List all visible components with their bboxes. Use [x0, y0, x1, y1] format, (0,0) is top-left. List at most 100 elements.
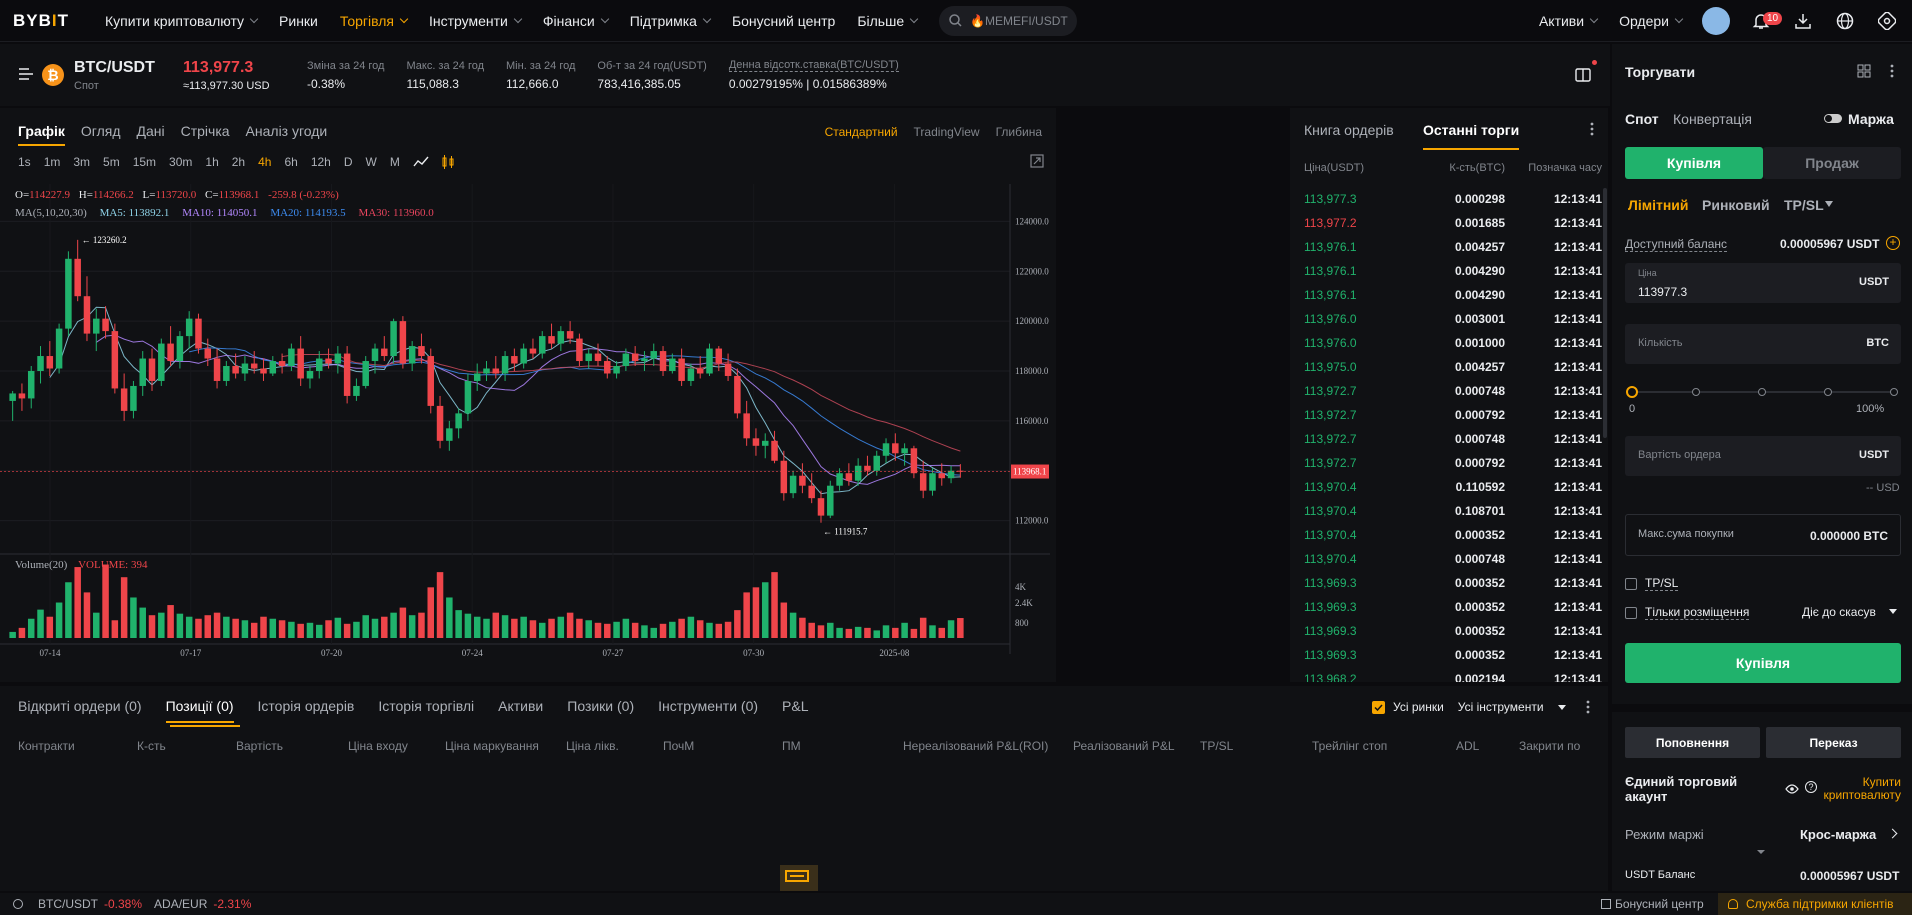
price-input[interactable]: Ціна 113977.3 USDT	[1625, 263, 1901, 303]
avatar[interactable]	[1702, 7, 1730, 35]
tab-trade-analysis[interactable]: Аналіз угоди	[246, 123, 328, 146]
interval-d[interactable]: D	[344, 155, 353, 169]
candle-body	[864, 465, 871, 471]
post-only-row[interactable]: Тільки розміщення	[1625, 605, 1750, 620]
mode-tradingview[interactable]: TradingView	[914, 125, 980, 139]
slider-handle[interactable]	[1626, 386, 1638, 398]
candlestick-icon[interactable]	[441, 155, 455, 169]
tab-feed[interactable]: Стрічка	[181, 123, 230, 146]
order-type-limit[interactable]: Лімітний	[1628, 197, 1688, 213]
slider-step[interactable]	[1692, 388, 1700, 396]
margin-toggle[interactable]	[1824, 114, 1842, 123]
nav-support[interactable]: Підтримка	[630, 13, 712, 29]
download-icon[interactable]	[1792, 10, 1814, 32]
sell-tab-button[interactable]: Продаж	[1763, 147, 1901, 179]
nav-assets[interactable]: Активи	[1539, 13, 1599, 29]
tab-assets[interactable]: Активи	[498, 698, 543, 723]
interval-1m[interactable]: 1m	[44, 155, 61, 169]
slider-step[interactable]	[1890, 388, 1898, 396]
slider-step[interactable]	[1758, 388, 1766, 396]
tab-order-history[interactable]: Історія ордерів	[258, 698, 355, 723]
support-button[interactable]: Служба підтримки клієнтів	[1746, 897, 1894, 911]
collapse-icon[interactable]	[1757, 850, 1765, 854]
buy-tab-button[interactable]: Купівля	[1625, 147, 1763, 179]
interval-30m[interactable]: 30m	[169, 155, 192, 169]
tpsl-checkbox-row[interactable]: TP/SL	[1625, 576, 1679, 591]
interval-15m[interactable]: 15m	[133, 155, 156, 169]
nav-bonus-center[interactable]: Бонусний центр	[732, 13, 835, 29]
nav-more[interactable]: Більше	[857, 13, 919, 29]
bell-icon[interactable]: 10	[1750, 10, 1783, 32]
grid-icon[interactable]	[1857, 64, 1871, 81]
caret-down-icon[interactable]	[1825, 201, 1833, 207]
order-type-market[interactable]: Ринковий	[1702, 197, 1770, 213]
interval-3m[interactable]: 3m	[73, 155, 90, 169]
mode-depth[interactable]: Глибина	[996, 125, 1042, 139]
interval-m[interactable]: M	[390, 155, 400, 169]
order-type-tpsl[interactable]: TP/SL	[1784, 197, 1824, 213]
tab-instruments[interactable]: Інструменти (0)	[658, 698, 758, 723]
fullscreen-icon[interactable]	[1030, 154, 1044, 171]
interval-2h[interactable]: 2h	[232, 155, 245, 169]
buy-crypto-link[interactable]: Купити криптовалюту	[1817, 776, 1901, 802]
menu-icon[interactable]	[18, 67, 34, 84]
slider-step[interactable]	[1824, 388, 1832, 396]
stat-label[interactable]: Денна відсотк.ставка(BTC/USDT)	[728, 59, 899, 72]
scrollbar[interactable]	[1603, 188, 1607, 438]
more-icon[interactable]	[1890, 64, 1894, 81]
nav-trade[interactable]: Торгівля	[340, 13, 409, 29]
tab-open-orders[interactable]: Відкриті ордери (0)	[18, 698, 142, 723]
tab-chart[interactable]: Графік	[18, 123, 65, 146]
pair-selector[interactable]: BTC/USDT Спот	[74, 59, 179, 92]
tab-spot[interactable]: Спот	[1625, 111, 1659, 127]
globe-icon[interactable]	[1834, 10, 1856, 32]
add-funds-icon[interactable]: +	[1886, 236, 1900, 250]
more-icon[interactable]	[1586, 700, 1590, 714]
quantity-input[interactable]: Кількість BTC	[1625, 324, 1901, 364]
settings-icon[interactable]	[1876, 10, 1898, 32]
status-pair[interactable]: BTC/USDT	[38, 897, 98, 911]
tab-positions[interactable]: Позиції (0)	[165, 698, 234, 723]
tab-loans[interactable]: Позики (0)	[567, 698, 634, 723]
status-bonus-center[interactable]: Бонусний центр	[1615, 897, 1704, 911]
nav-finance[interactable]: Фінанси	[543, 13, 609, 29]
interval-5m[interactable]: 5m	[103, 155, 120, 169]
margin-mode-value[interactable]: Крос-маржа	[1800, 827, 1876, 842]
bybit-logo[interactable]: BYBIT	[13, 11, 83, 31]
eye-icon[interactable]	[1785, 782, 1799, 797]
nav-orders[interactable]: Ордери	[1619, 13, 1684, 29]
interval-1h[interactable]: 1h	[205, 155, 218, 169]
interval-6h[interactable]: 6h	[284, 155, 297, 169]
line-chart-icon[interactable]	[413, 156, 429, 168]
tab-order-book[interactable]: Книга ордерів	[1304, 122, 1394, 138]
order-value-input[interactable]: Вартість ордера USDT	[1625, 436, 1901, 476]
nav-tools[interactable]: Інструменти	[429, 13, 523, 29]
search-input[interactable]: 🔥MEMEFI/USDT	[939, 5, 1078, 36]
tab-overview[interactable]: Огляд	[81, 123, 121, 146]
all-markets-checkbox[interactable]	[1372, 700, 1385, 714]
deposit-button[interactable]: Поповнення	[1625, 727, 1760, 758]
nav-markets[interactable]: Ринки	[279, 13, 318, 29]
interval-4h[interactable]: 4h	[258, 155, 271, 169]
help-icon[interactable]: ?	[1805, 781, 1817, 793]
tab-pnl[interactable]: P&L	[782, 698, 808, 723]
tab-convert[interactable]: Конвертація	[1673, 111, 1752, 127]
nav-buy-crypto[interactable]: Купити криптовалюту	[105, 13, 259, 29]
all-instruments-select[interactable]: Усі інструменти	[1458, 700, 1544, 714]
transfer-button[interactable]: Переказ	[1766, 727, 1901, 758]
time-in-force-select[interactable]: Діє до скасув	[1802, 605, 1876, 619]
interval-12h[interactable]: 12h	[311, 155, 331, 169]
layout-icon[interactable]	[1575, 60, 1597, 85]
interval-1s[interactable]: 1s	[18, 155, 31, 169]
buy-submit-button[interactable]: Купівля	[1625, 643, 1901, 683]
interval-w[interactable]: W	[366, 155, 377, 169]
candlestick-chart[interactable]: 124000.0 122000.0 120000.0 118000.0 116000.0…	[0, 184, 1056, 682]
mode-standard[interactable]: Стандартний	[825, 125, 898, 139]
post-only-checkbox[interactable]	[1625, 606, 1637, 619]
tab-data[interactable]: Дані	[137, 123, 165, 146]
tpsl-checkbox[interactable]	[1625, 577, 1637, 590]
more-icon[interactable]	[1590, 122, 1594, 139]
tab-recent-trades[interactable]: Останні торги	[1423, 122, 1520, 150]
status-pair[interactable]: ADA/EUR	[154, 897, 207, 911]
tab-trade-history[interactable]: Історія торгівлі	[378, 698, 474, 723]
